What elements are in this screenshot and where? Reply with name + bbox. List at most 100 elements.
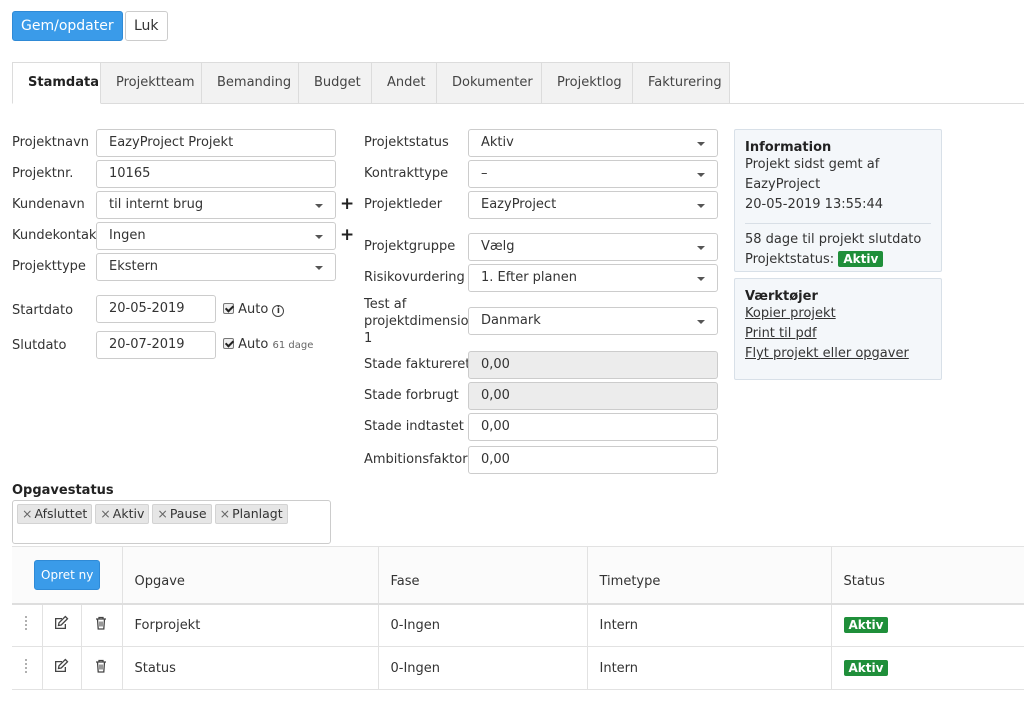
projektleder-select[interactable]: EazyProject xyxy=(468,191,718,219)
stade-forbrugt-label: Stade forbrugt xyxy=(364,388,459,403)
tools-title: Værktøjer xyxy=(745,289,818,304)
remove-tag-icon[interactable]: × xyxy=(100,506,110,521)
projektstatus-label: Projektstatus xyxy=(364,135,449,150)
slutdato-auto-label: Auto xyxy=(238,337,269,352)
projekttype-select[interactable]: Ekstern xyxy=(96,253,336,281)
move-project-link[interactable]: Flyt projekt eller opgaver xyxy=(745,346,909,361)
info-line: 20-05-2019 13:55:44 xyxy=(745,197,884,212)
status-line: Projektstatus: Aktiv xyxy=(745,250,931,270)
info-icon[interactable]: i xyxy=(272,305,285,317)
drag-handle-icon[interactable] xyxy=(24,658,28,674)
save-button[interactable]: Gem/opdater xyxy=(12,11,123,41)
info-line: Projekt sidst gemt af xyxy=(745,157,880,172)
projektstatus-value: Aktiv xyxy=(481,135,514,150)
opgavestatus-multiselect[interactable]: × Afsluttet × Aktiv × Pause × Planlagt xyxy=(12,500,331,544)
projektstatus-select[interactable]: Aktiv xyxy=(468,129,718,157)
startdato-input[interactable]: 20-05-2019 xyxy=(96,295,216,323)
dimension-label-line: 1 xyxy=(364,331,373,346)
kontrakttype-select[interactable]: – xyxy=(468,160,718,188)
chevron-down-icon xyxy=(697,246,705,250)
add-contact-icon[interactable]: + xyxy=(340,227,354,244)
cell-fase: 0-Ingen xyxy=(378,603,588,647)
cell-opgave: Forprojekt xyxy=(122,603,379,647)
edit-icon[interactable] xyxy=(53,615,69,631)
edit-icon[interactable] xyxy=(53,658,69,674)
startdato-auto-checkbox[interactable] xyxy=(223,303,234,314)
opgavestatus-label: Opgavestatus xyxy=(12,483,114,498)
tab-bar: Stamdata Projektteam Bemanding Budget An… xyxy=(12,62,730,104)
projektgruppe-select[interactable]: Vælg xyxy=(468,233,718,261)
kontrakttype-value: – xyxy=(481,166,488,181)
chevron-down-icon xyxy=(697,320,705,324)
startdato-label: Startdato xyxy=(12,303,74,318)
copy-project-link[interactable]: Kopier projekt xyxy=(745,306,836,321)
kundenavn-select[interactable]: til internt brug xyxy=(96,191,336,219)
projektnr-label: Projektnr. xyxy=(12,166,74,181)
close-button[interactable]: Luk xyxy=(125,11,168,41)
chevron-down-icon xyxy=(697,173,705,177)
trash-icon[interactable] xyxy=(93,658,109,674)
create-cell: Opret ny xyxy=(12,546,123,605)
dimension-label: Test af projektdimension 1 xyxy=(364,296,477,347)
tab-andet[interactable]: Andet xyxy=(372,62,437,104)
kundenavn-label: Kundenavn xyxy=(12,197,85,212)
risikovurdering-value: 1. Efter planen xyxy=(481,270,577,285)
kundekontakt-select[interactable]: Ingen xyxy=(96,222,336,250)
edit-cell xyxy=(42,646,82,690)
stade-indtastet-input[interactable]: 0,00 xyxy=(468,413,718,441)
slutdato-input[interactable]: 20-07-2019 xyxy=(96,331,216,359)
remove-tag-icon[interactable]: × xyxy=(157,506,167,521)
drag-handle-icon[interactable] xyxy=(24,615,28,632)
projektnr-input[interactable]: 10165 xyxy=(96,160,336,188)
status-badge: Aktiv xyxy=(838,251,884,267)
slutdato-auto-checkbox[interactable] xyxy=(223,338,234,349)
drag-cell xyxy=(12,603,44,647)
tab-bemanding[interactable]: Bemanding xyxy=(202,62,299,104)
tab-projektteam[interactable]: Projektteam xyxy=(101,62,202,104)
cell-timetype: Intern xyxy=(587,646,832,690)
tab-bar-line xyxy=(730,103,1024,104)
table-row[interactable]: Forprojekt 0-Ingen Intern Aktiv xyxy=(12,603,1024,647)
projektnavn-input[interactable]: EazyProject Projekt xyxy=(96,129,336,157)
stade-faktureret-field: 0,00 xyxy=(468,351,718,379)
projektgruppe-label: Projektgruppe xyxy=(364,239,456,254)
kundekontakt-label: Kundekontakt xyxy=(12,228,102,243)
projektgruppe-value: Vælg xyxy=(481,239,515,254)
cell-status: Aktiv xyxy=(831,646,1024,690)
slutdato-days-note: 61 dage xyxy=(272,340,314,351)
days-left: 58 dage til projekt slutdato xyxy=(745,232,922,247)
remove-tag-icon[interactable]: × xyxy=(220,506,230,521)
remove-tag-icon[interactable]: × xyxy=(22,506,32,521)
startdato-auto-label: Auto xyxy=(238,302,269,317)
information-panel: Information Projekt sidst gemt af EazyPr… xyxy=(734,129,942,272)
dimension-label-line: projektdimension xyxy=(364,314,477,329)
ambitionsfaktor-input[interactable]: 0,00 xyxy=(468,446,718,474)
trash-icon[interactable] xyxy=(93,615,109,631)
col-status[interactable]: Status xyxy=(831,546,1024,605)
status-label: Projektstatus: xyxy=(745,252,835,267)
col-fase[interactable]: Fase xyxy=(378,546,588,605)
create-task-button[interactable]: Opret ny xyxy=(34,559,101,590)
risikovurdering-select[interactable]: 1. Efter planen xyxy=(468,264,718,292)
tab-budget[interactable]: Budget xyxy=(299,62,372,104)
print-pdf-link[interactable]: Print til pdf xyxy=(745,326,817,341)
dimension-select[interactable]: Danmark xyxy=(468,307,718,335)
col-timetype[interactable]: Timetype xyxy=(587,546,832,605)
cell-opgave: Status xyxy=(122,646,379,690)
tab-dokumenter[interactable]: Dokumenter xyxy=(437,62,542,104)
kundekontakt-value: Ingen xyxy=(109,228,146,243)
col-opgave[interactable]: Opgave xyxy=(122,546,379,605)
cell-status: Aktiv xyxy=(831,603,1024,647)
projektleder-label: Projektleder xyxy=(364,197,443,212)
tab-fakturering[interactable]: Fakturering xyxy=(633,62,730,104)
kontrakttype-label: Kontrakttype xyxy=(364,166,449,181)
tab-stamdata[interactable]: Stamdata xyxy=(12,62,101,104)
projekttype-label: Projekttype xyxy=(12,259,86,274)
chevron-down-icon xyxy=(697,204,705,208)
chevron-down-icon xyxy=(697,142,705,146)
add-customer-icon[interactable]: + xyxy=(340,196,354,213)
status-tag: × Planlagt xyxy=(214,504,288,524)
tab-projektlog[interactable]: Projektlog xyxy=(542,62,633,104)
status-tag: × Aktiv xyxy=(95,504,150,524)
table-row[interactable]: Status 0-Ingen Intern Aktiv xyxy=(12,646,1024,690)
